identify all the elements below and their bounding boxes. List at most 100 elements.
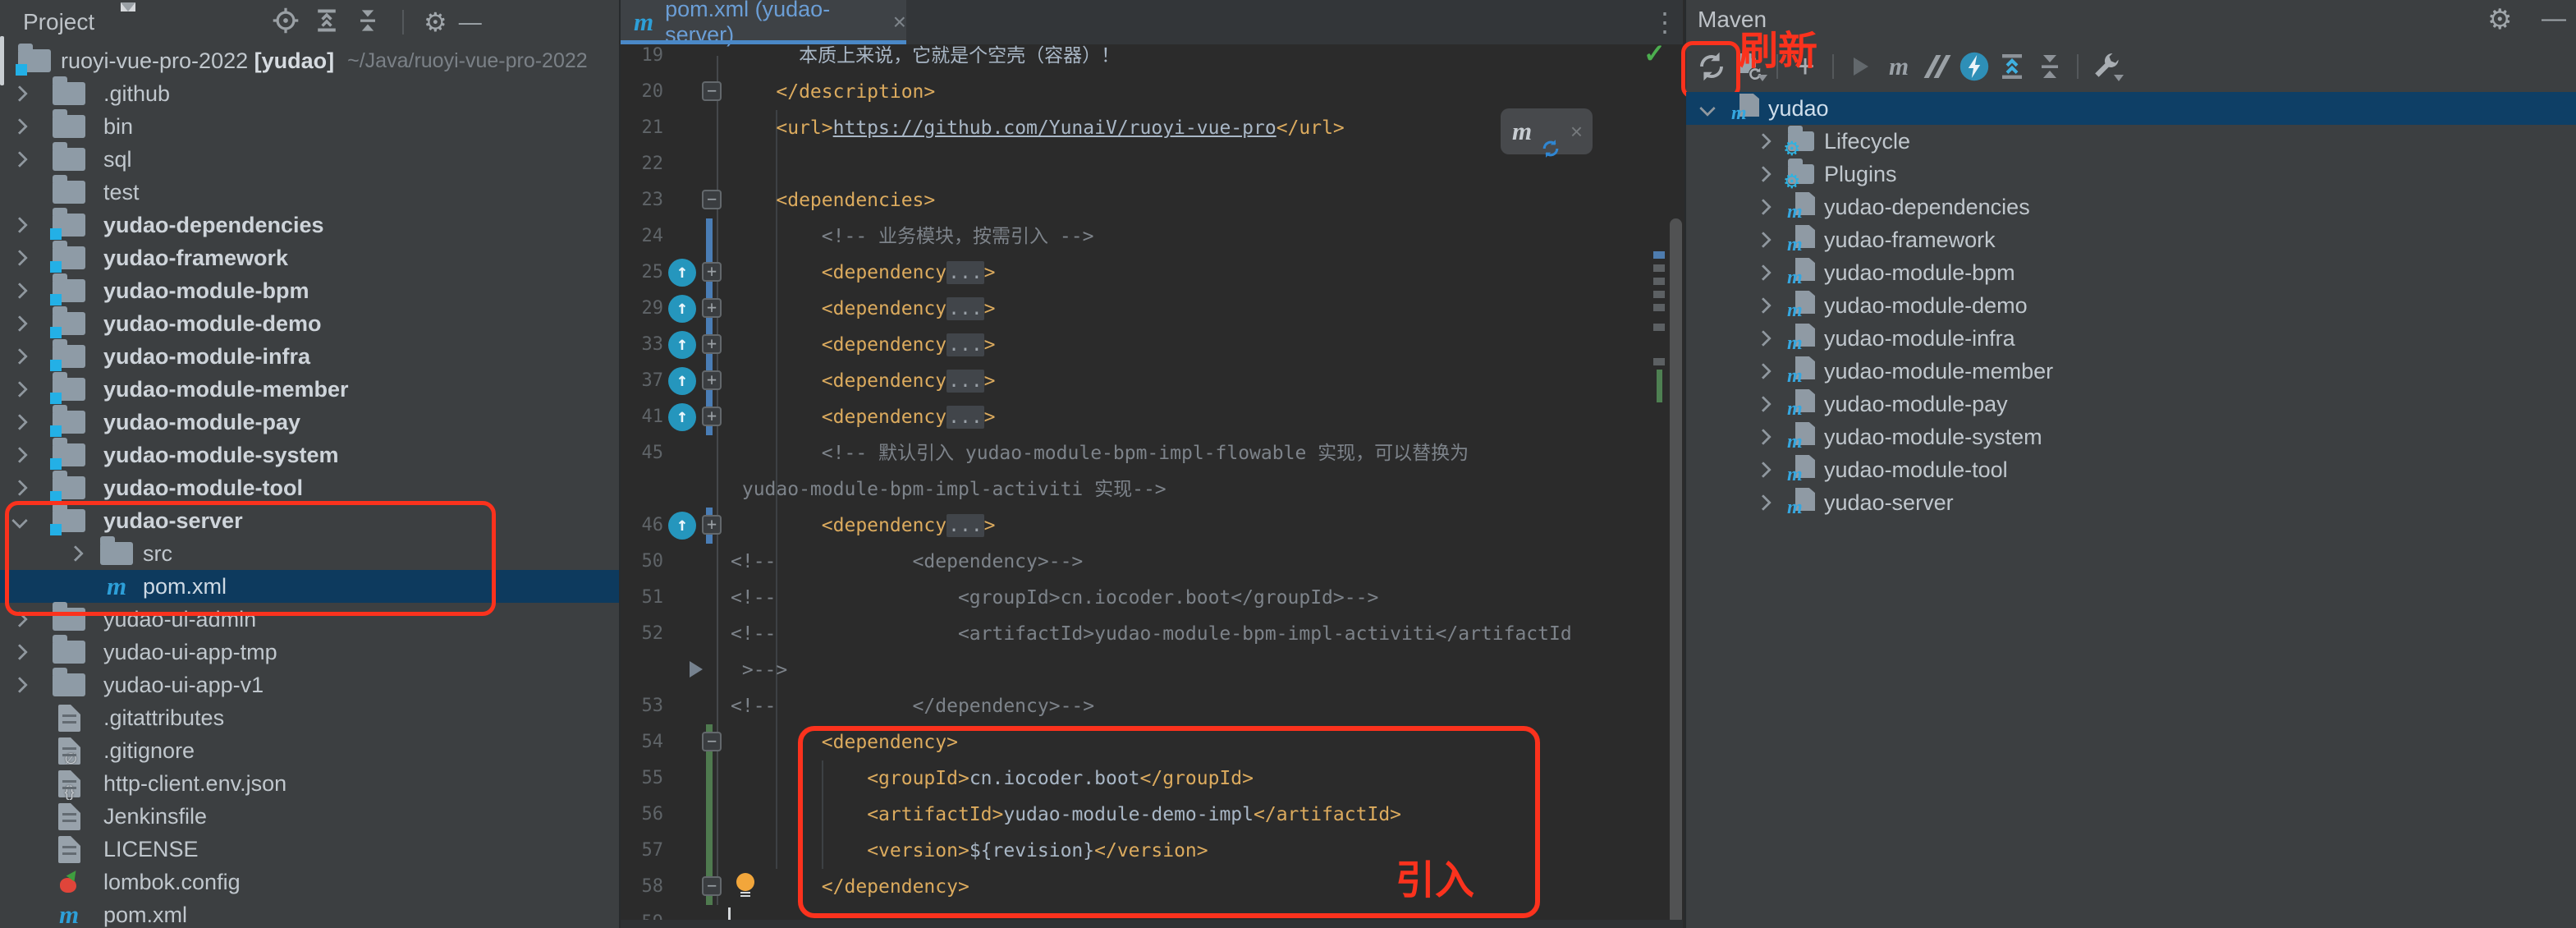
tree-item-project-root[interactable]: ruoyi-vue-pro-2022 [yudao] ~/Java/ruoyi-… — [0, 44, 619, 77]
chevron-right-icon[interactable] — [67, 545, 84, 562]
chevron-right-icon[interactable] — [11, 118, 28, 135]
editor-area[interactable]: m pom.xml (yudao-server) × ⋮ 19本质上来说，它就是… — [621, 0, 1683, 928]
chevron-right-icon[interactable] — [1755, 429, 1772, 445]
maven-item-yudao-module-tool[interactable]: myudao-module-tool — [1686, 453, 2576, 486]
stripe-mark[interactable] — [1653, 264, 1665, 272]
maven-item-yudao-module-system[interactable]: myudao-module-system — [1686, 420, 2576, 453]
fold-marker-icon[interactable]: + — [702, 515, 722, 535]
maven-item-yudao-module-demo[interactable]: myudao-module-demo — [1686, 289, 2576, 322]
code-line[interactable]: 29↑+<dependency...> — [621, 291, 1650, 327]
chevron-right-icon[interactable] — [1755, 232, 1772, 248]
maven-settings-button[interactable] — [2087, 48, 2125, 85]
inspection-ok-icon[interactable]: ✓ — [1643, 38, 1666, 69]
tree-item-yudao-module-infra[interactable]: yudao-module-infra — [0, 340, 619, 373]
maven-item-yudao-module-infra[interactable]: myudao-module-infra — [1686, 322, 2576, 355]
fold-marker-icon[interactable]: + — [702, 370, 722, 390]
chevron-right-icon[interactable] — [11, 250, 28, 266]
run-button[interactable] — [1842, 48, 1880, 85]
tree-item-lombok-config[interactable]: lombok.config — [0, 866, 619, 898]
offline-mode-button[interactable] — [1955, 48, 1993, 85]
fold-marker-icon[interactable]: − — [702, 190, 722, 209]
chevron-down-icon[interactable] — [11, 512, 28, 529]
dependency-update-icon[interactable]: ↑ — [668, 295, 696, 323]
dependency-update-icon[interactable]: ↑ — [668, 512, 696, 540]
hide-panel-icon[interactable]: — — [2542, 5, 2566, 33]
tree-item-yudao-module-bpm[interactable]: yudao-module-bpm — [0, 274, 619, 307]
code-line[interactable]: yudao-module-bpm-impl-activiti 实现--> — [621, 471, 1650, 508]
code-line[interactable]: 53<!-- </dependency>--> — [621, 688, 1650, 724]
maven-refresh-button[interactable] — [1693, 48, 1730, 85]
chevron-right-icon[interactable] — [11, 414, 28, 430]
gear-icon[interactable]: ⚙ — [2487, 3, 2512, 36]
chevron-right-icon[interactable] — [1755, 264, 1772, 281]
fold-marker-icon[interactable]: + — [702, 334, 722, 354]
maven-item-yudao-module-pay[interactable]: myudao-module-pay — [1686, 388, 2576, 420]
chevron-right-icon[interactable] — [11, 283, 28, 299]
tree-item-bin[interactable]: bin — [0, 110, 619, 143]
chevron-right-icon[interactable] — [1755, 199, 1772, 215]
code-line[interactable]: 37↑+<dependency...> — [621, 363, 1650, 399]
tree-item-yudao-dependencies[interactable]: yudao-dependencies — [0, 209, 619, 241]
code-line[interactable]: 54−<dependency> — [621, 724, 1650, 760]
maven-item-yudao-module-member[interactable]: myudao-module-member — [1686, 355, 2576, 388]
hide-panel-icon[interactable]: — — [459, 9, 482, 35]
chevron-right-icon[interactable] — [1755, 494, 1772, 511]
tree-item-gitignore[interactable]: ∅.gitignore — [0, 734, 619, 767]
code-line[interactable]: 56<artifactId>yudao-module-demo-impl</ar… — [621, 797, 1650, 833]
gear-icon[interactable]: ⚙ — [424, 7, 447, 38]
editor-scrollbar[interactable] — [1670, 218, 1682, 925]
stripe-mark[interactable] — [1653, 358, 1665, 365]
tree-item-yudao-module-tool[interactable]: yudao-module-tool — [0, 471, 619, 504]
tree-item-yudao-module-system[interactable]: yudao-module-system — [0, 439, 619, 471]
maven-item-yudao[interactable]: myudao — [1686, 92, 2576, 125]
fold-marker-icon[interactable]: + — [702, 298, 722, 318]
code-line[interactable]: 50<!-- <dependency>--> — [621, 544, 1650, 580]
tree-item-yudao-module-pay[interactable]: yudao-module-pay — [0, 406, 619, 439]
chevron-right-icon[interactable] — [11, 217, 28, 233]
maven-item-yudao-framework[interactable]: myudao-framework — [1686, 223, 2576, 256]
fold-marker-icon[interactable]: + — [702, 407, 722, 426]
dependency-update-icon[interactable]: ↑ — [668, 367, 696, 395]
code-line[interactable]: 51<!-- <groupId>cn.iocoder.boot</groupId… — [621, 580, 1650, 616]
chevron-down-icon[interactable] — [121, 2, 135, 11]
chevron-right-icon[interactable] — [11, 381, 28, 397]
expand-all-icon[interactable] — [312, 6, 341, 39]
maven-item-yudao-server[interactable]: myudao-server — [1686, 486, 2576, 519]
fold-marker-icon[interactable]: + — [702, 262, 722, 282]
tree-item-yudao-server[interactable]: yudao-server — [0, 504, 619, 537]
fold-marker-icon[interactable]: − — [702, 876, 722, 896]
collapse-all-icon[interactable] — [353, 6, 383, 39]
code-line[interactable]: 58−</dependency> — [621, 869, 1650, 905]
tree-item-yudao-module-member[interactable]: yudao-module-member — [0, 373, 619, 406]
tree-item-yudao-module-demo[interactable]: yudao-module-demo — [0, 307, 619, 340]
stripe-mark[interactable] — [1653, 324, 1665, 331]
chevron-right-icon[interactable] — [11, 315, 28, 332]
code-line[interactable]: 24<!-- 业务模块，按需引入 --> — [621, 218, 1650, 255]
tree-item-http-client-env-json[interactable]: {}http-client.env.json — [0, 767, 619, 800]
tree-item-gitattributes[interactable]: .gitattributes — [0, 701, 619, 734]
code-line[interactable]: >--> — [621, 652, 1650, 688]
chevron-right-icon[interactable] — [11, 644, 28, 660]
code-line[interactable]: 21<url>https://github.com/YunaiV/ruoyi-v… — [621, 110, 1650, 146]
tree-item-pom-xml-selected[interactable]: mpom.xml — [0, 570, 619, 603]
chevron-right-icon[interactable] — [11, 348, 28, 365]
code-line[interactable]: 33↑+<dependency...> — [621, 327, 1650, 363]
chevron-right-icon[interactable] — [11, 151, 28, 168]
chevron-right-icon[interactable] — [11, 677, 28, 693]
tree-item-jenkinsfile[interactable]: Jenkinsfile — [0, 800, 619, 833]
chevron-right-icon[interactable] — [1755, 363, 1772, 379]
collapse-all-icon[interactable] — [2031, 48, 2069, 85]
chevron-right-icon[interactable] — [1755, 133, 1772, 149]
tree-item-yudao-ui-app-v1[interactable]: yudao-ui-app-v1 — [0, 668, 619, 701]
maven-reload-icon[interactable]: m — [1512, 117, 1532, 146]
code-line[interactable]: 20−</description> — [621, 74, 1650, 110]
tree-item-test[interactable]: test — [0, 176, 619, 209]
chevron-right-icon[interactable] — [11, 480, 28, 496]
code-line[interactable]: 46↑+<dependency...> — [621, 508, 1650, 544]
code-line[interactable]: 41↑+<dependency...> — [621, 399, 1650, 435]
tree-item-sql[interactable]: sql — [0, 143, 619, 176]
change-stripe-mark[interactable] — [1653, 251, 1665, 259]
fold-marker-icon[interactable]: − — [702, 81, 722, 101]
code-line[interactable]: 25↑+<dependency...> — [621, 255, 1650, 291]
chevron-right-icon[interactable] — [1755, 297, 1772, 314]
